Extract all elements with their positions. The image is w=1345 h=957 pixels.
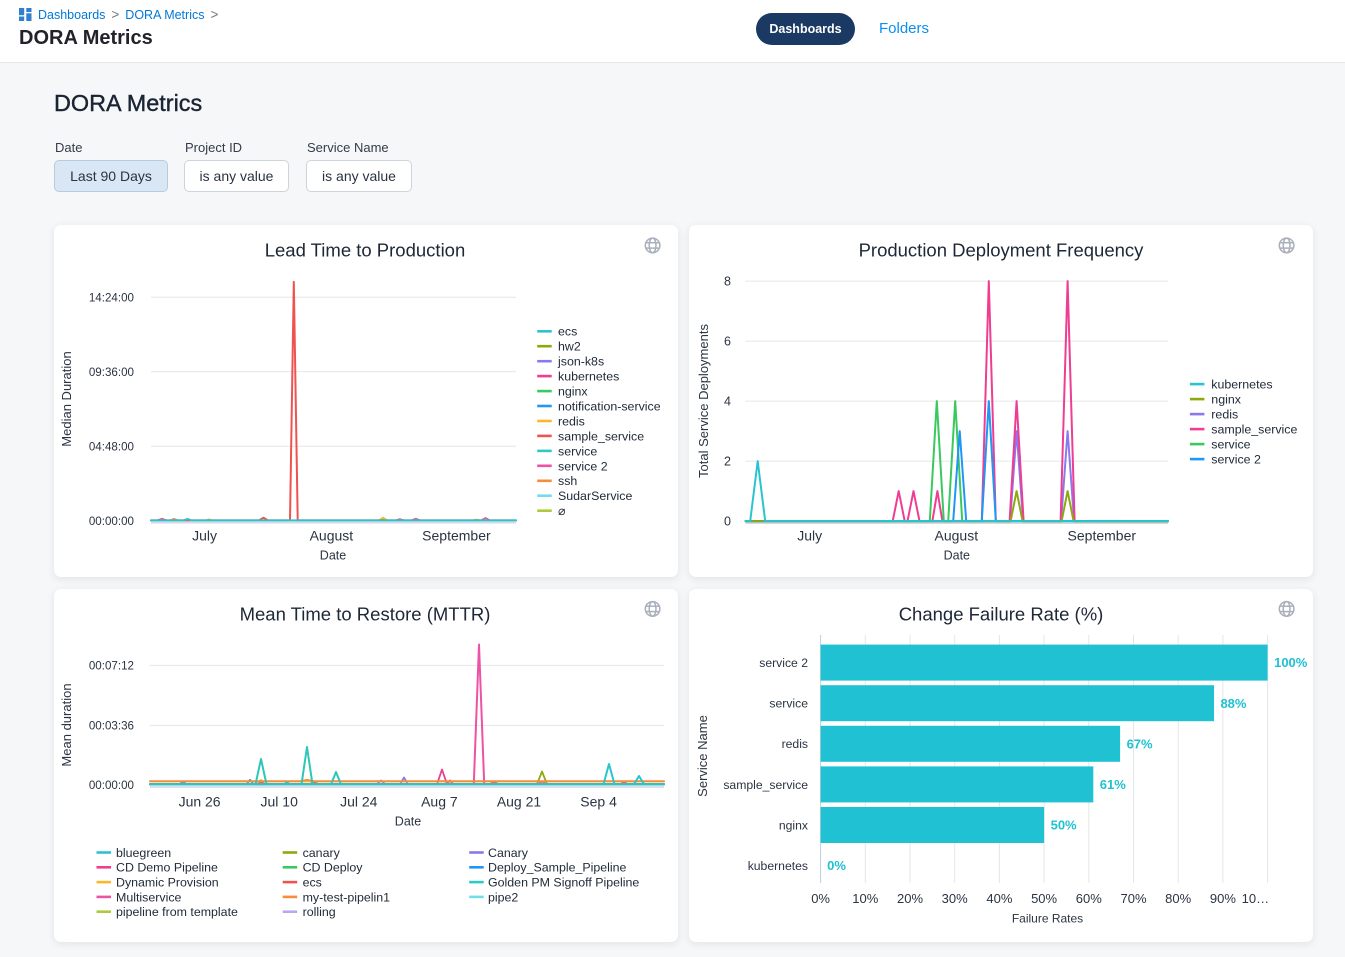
svg-text:Dynamic Provision: Dynamic Provision [116,876,219,890]
svg-text:July: July [797,527,822,543]
svg-text:00:03:36: 00:03:36 [89,720,134,733]
svg-text:Change Failure Rate (%): Change Failure Rate (%) [899,604,1104,625]
svg-text:service: service [1211,437,1250,451]
svg-text:00:00:00: 00:00:00 [89,779,134,792]
svg-text:Median Duration: Median Duration [59,351,74,446]
svg-text:61%: 61% [1100,777,1126,792]
svg-text:nginx: nginx [1211,392,1241,406]
svg-text:Date: Date [944,548,970,562]
svg-text:notification-service: notification-service [558,399,661,413]
svg-text:Lead Time to Production: Lead Time to Production [265,239,466,260]
svg-text:09:36:00: 09:36:00 [89,365,134,378]
svg-text:CD Demo Pipeline: CD Demo Pipeline [116,861,218,875]
svg-text:20%: 20% [897,891,923,906]
svg-text:Date: Date [320,548,346,562]
svg-text:ssh: ssh [558,474,577,488]
svg-text:CD Deploy: CD Deploy [303,861,364,875]
svg-text:0: 0 [724,514,731,528]
svg-text:pipeline from template: pipeline from template [116,905,238,919]
svg-text:service 2: service 2 [759,656,808,670]
svg-text:bluegreen: bluegreen [116,846,171,860]
svg-text:0%: 0% [811,891,830,906]
svg-text:sample_service: sample_service [723,778,808,792]
svg-text:Sep 4: Sep 4 [580,794,617,810]
svg-text:redis: redis [558,414,585,428]
svg-text:nginx: nginx [779,818,808,832]
svg-text:Multiservice: Multiservice [116,890,182,904]
svg-text:July: July [192,527,217,543]
svg-text:service: service [769,697,808,711]
svg-text:Deploy_Sample_Pipeline: Deploy_Sample_Pipeline [488,861,627,875]
svg-text:4: 4 [724,394,731,408]
svg-text:kubernetes: kubernetes [1211,377,1272,391]
svg-text:kubernetes: kubernetes [748,859,808,873]
svg-text:pipe2: pipe2 [488,890,518,904]
svg-text:August: August [935,527,979,543]
svg-text:60%: 60% [1076,891,1102,906]
svg-text:10…: 10… [1242,891,1269,906]
svg-text:Aug 21: Aug 21 [497,794,542,810]
svg-text:Mean duration: Mean duration [59,683,74,766]
svg-text:8: 8 [724,274,731,288]
svg-text:json-k8s: json-k8s [557,354,604,368]
svg-text:August: August [310,527,354,543]
svg-text:Canary: Canary [488,846,529,860]
svg-text:Total Service Deployments: Total Service Deployments [696,323,711,477]
svg-text:service 2: service 2 [558,459,608,473]
svg-text:my-test-pipelin1: my-test-pipelin1 [303,890,391,904]
svg-text:hw2: hw2 [558,339,581,353]
svg-text:Production Deployment Frequenc: Production Deployment Frequency [859,239,1145,260]
svg-text:Jul 10: Jul 10 [261,794,299,810]
svg-text:service 2: service 2 [1211,452,1261,466]
svg-text:redis: redis [1211,407,1238,421]
svg-text:10%: 10% [852,891,878,906]
svg-text:Golden PM Signoff Pipeline: Golden PM Signoff Pipeline [488,876,639,890]
svg-text:September: September [1068,527,1137,543]
svg-text:0%: 0% [827,858,846,873]
svg-text:40%: 40% [986,891,1012,906]
svg-text:100%: 100% [1274,655,1308,670]
svg-text:kubernetes: kubernetes [558,369,619,383]
svg-text:50%: 50% [1051,818,1077,833]
svg-text:Jul 24: Jul 24 [340,794,378,810]
svg-text:6: 6 [724,334,731,348]
svg-text:⌀: ⌀ [558,504,565,518]
svg-text:September: September [422,527,491,543]
svg-text:2: 2 [724,454,731,468]
svg-text:70%: 70% [1120,891,1146,906]
svg-text:sample_service: sample_service [558,429,644,443]
svg-text:sample_service: sample_service [1211,422,1297,436]
svg-text:Date: Date [395,815,421,829]
svg-text:SudarService: SudarService [558,489,632,503]
svg-text:00:00:00: 00:00:00 [89,515,134,528]
svg-text:ecs: ecs [558,324,577,338]
svg-text:ecs: ecs [303,876,322,890]
svg-text:Service Name: Service Name [695,715,710,797]
svg-text:Jun 26: Jun 26 [179,794,221,810]
svg-text:Mean Time to Restore (MTTR): Mean Time to Restore (MTTR) [240,604,491,625]
svg-text:14:24:00: 14:24:00 [89,291,134,304]
svg-text:80%: 80% [1165,891,1191,906]
svg-text:04:48:00: 04:48:00 [89,440,134,453]
svg-text:Failure Rates: Failure Rates [1012,912,1083,926]
svg-text:redis: redis [782,737,808,751]
svg-text:service: service [558,444,597,458]
svg-text:88%: 88% [1220,696,1246,711]
svg-text:30%: 30% [942,891,968,906]
svg-text:rolling: rolling [303,905,336,919]
svg-text:Aug 7: Aug 7 [421,794,458,810]
svg-text:canary: canary [303,846,341,860]
svg-text:90%: 90% [1210,891,1236,906]
svg-text:00:07:12: 00:07:12 [89,660,134,673]
svg-text:67%: 67% [1127,736,1153,751]
svg-text:nginx: nginx [558,384,588,398]
svg-text:50%: 50% [1031,891,1057,906]
